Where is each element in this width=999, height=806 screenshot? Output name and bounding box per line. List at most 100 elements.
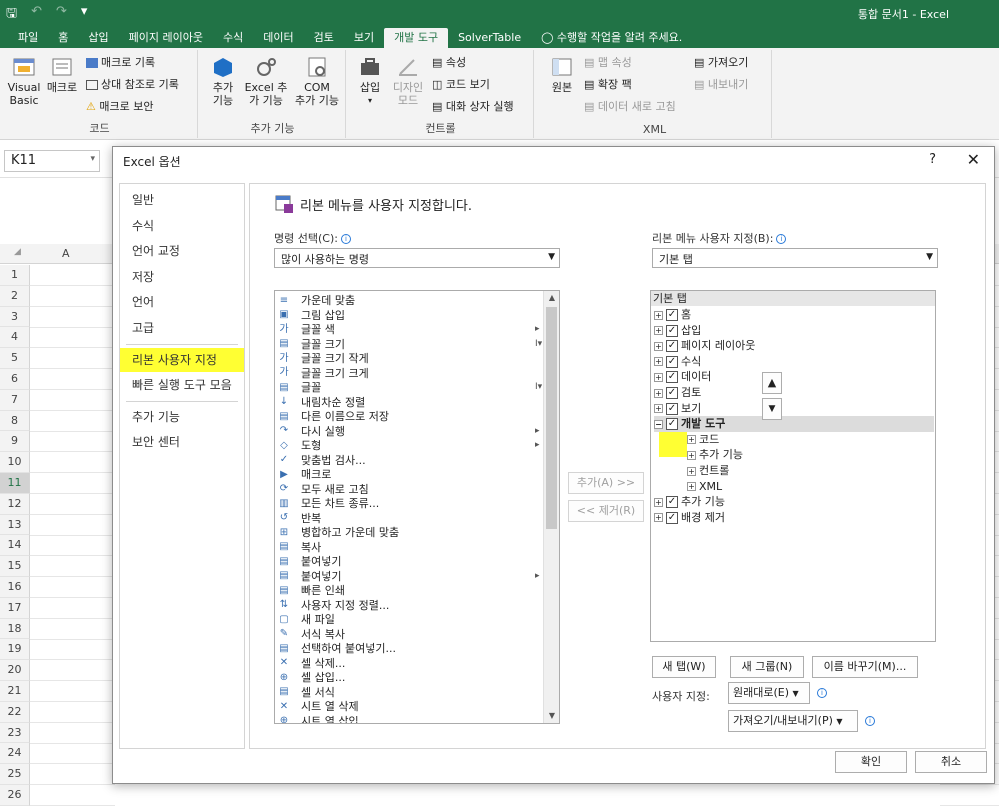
row-header[interactable]: 6 (0, 369, 30, 390)
command-item[interactable]: ✕ 셀 삭제... (277, 656, 346, 671)
checkbox[interactable]: ✓ (666, 387, 678, 399)
tree-tab-item[interactable]: + ✓ 검토 (654, 385, 701, 401)
command-item[interactable]: ⊕ 시트 열 삽입 (277, 714, 359, 724)
customize-icon[interactable]: ▾ (81, 4, 88, 26)
row-header[interactable]: 21 (0, 681, 30, 702)
visual-basic-button[interactable]: Visual Basic (6, 56, 42, 107)
expand-icon[interactable]: + (654, 513, 663, 523)
commands-scrollbar[interactable]: ▲ ▼ (543, 291, 559, 723)
tab-solvertable[interactable]: SolverTable (448, 28, 531, 48)
insert-control-button[interactable]: 삽입 ▾ (354, 56, 386, 107)
tree-group-item[interactable]: + 추가 기능 (687, 447, 743, 463)
rename-button[interactable]: 이름 바꾸기(M)... (812, 656, 918, 678)
tree-tab-item[interactable]: + ✓ 배경 제거 (654, 510, 725, 526)
row-header[interactable]: 19 (0, 639, 30, 661)
checkbox[interactable]: ✓ (666, 340, 678, 353)
customize-ribbon-select[interactable]: 기본 탭 ▼ (652, 248, 938, 268)
command-item[interactable]: ✕ 시트 열 삭제 (277, 699, 359, 714)
command-item[interactable]: ▥ 모든 차트 종류... (277, 496, 379, 511)
command-item[interactable]: ▢ 새 파일 (277, 612, 335, 627)
tab-view[interactable]: 보기 (344, 28, 384, 48)
command-item[interactable]: ▤ 붙여넣기 ▸ (277, 569, 539, 584)
tab-home[interactable]: 홈 (48, 28, 78, 48)
nav-item[interactable]: 보안 센터 (120, 430, 244, 454)
row-header[interactable]: 24 (0, 743, 30, 765)
map-properties-button[interactable]: ▤ 맵 속성 (584, 56, 632, 69)
tree-tab-item[interactable]: + ✓ 추가 기능 (654, 494, 725, 510)
view-code-button[interactable]: ◫ 코드 보기 (432, 78, 490, 91)
row-header[interactable]: 9 (0, 431, 30, 453)
row-header[interactable]: 3 (0, 306, 30, 328)
expand-icon[interactable]: + (687, 482, 696, 492)
move-up-button[interactable]: ▲ (762, 372, 782, 394)
tab-data[interactable]: 데이터 (253, 28, 303, 48)
nav-item[interactable]: 언어 교정 (120, 239, 244, 263)
command-item[interactable]: ▤ 빠른 인쇄 (277, 583, 345, 598)
command-item[interactable]: ⊕ 셀 삽입... (277, 670, 346, 685)
checkbox[interactable]: ✓ (666, 355, 678, 368)
record-macro-button[interactable]: 매크로 기록 (86, 56, 155, 69)
command-item[interactable]: ↓ 내림차순 정렬 (277, 395, 365, 410)
checkbox[interactable]: ✓ (666, 309, 678, 321)
tree-tab-item[interactable]: + ✓ 수식 (654, 354, 701, 370)
tab-formulas[interactable]: 수식 (213, 28, 253, 48)
name-box[interactable]: K11 ▾ (4, 150, 100, 172)
row-header[interactable]: 18 (0, 618, 30, 640)
row-header[interactable]: 20 (0, 660, 30, 681)
command-item[interactable]: ▤ 복사 (277, 540, 321, 555)
expand-icon[interactable]: + (687, 435, 696, 445)
row-header[interactable]: 22 (0, 701, 30, 723)
tree-group-item[interactable]: + 컨트롤 (687, 463, 729, 479)
tree-tab-item[interactable]: + ✓ 보기 (654, 401, 701, 417)
tree-tab-item[interactable]: + ✓ 홈 (654, 307, 691, 323)
tab-insert[interactable]: 삽입 (78, 28, 118, 48)
command-item[interactable]: ▤ 다른 이름으로 저장 (277, 409, 389, 424)
checkbox[interactable]: ✓ (666, 371, 678, 384)
command-item[interactable]: ▤ 글꼴 I▾ (277, 380, 542, 395)
row-header[interactable]: 2 (0, 285, 30, 307)
export-button[interactable]: ▤ 내보내기 (694, 78, 748, 91)
tree-group-item[interactable]: + 코드 (687, 432, 719, 448)
expand-icon[interactable]: + (654, 497, 663, 507)
expand-icon[interactable]: + (654, 404, 663, 414)
move-down-button[interactable]: ▼ (762, 398, 782, 420)
add-ins-button[interactable]: 추가 기능 (204, 56, 242, 107)
tab-file[interactable]: 파일 (8, 28, 48, 48)
select-all-corner[interactable]: ◢ (14, 247, 21, 257)
scroll-up-icon[interactable]: ▲ (544, 291, 559, 305)
command-item[interactable]: 가 글꼴 크기 크게 (277, 366, 368, 381)
checkbox[interactable]: ✓ (666, 324, 678, 337)
row-header[interactable]: 4 (0, 327, 30, 349)
row-header[interactable]: 7 (0, 389, 30, 411)
tree-tab-item[interactable]: − ✓ 개발 도구 (654, 416, 934, 433)
help-button[interactable]: ? (929, 152, 936, 167)
tab-page-layout[interactable]: 페이지 레이아웃 (119, 28, 213, 48)
new-group-button[interactable]: 새 그룹(N) (730, 656, 804, 678)
command-item[interactable]: ◇ 도형 ▸ (277, 438, 539, 453)
refresh-data-button[interactable]: ▤ 데이터 새로 고침 (584, 100, 676, 113)
undo-icon[interactable]: ↶ (31, 4, 42, 26)
expand-icon[interactable]: + (654, 388, 663, 398)
add-button[interactable]: 추가(A) >> (568, 472, 644, 494)
run-dialog-button[interactable]: ▤ 대화 상자 실행 (432, 100, 514, 113)
command-item[interactable]: ✓ 맞춤법 검사... (277, 453, 366, 468)
expansion-packs-button[interactable]: ▤ 확장 팩 (584, 78, 632, 91)
tree-group-item[interactable]: + XML (687, 479, 722, 495)
tell-me-search[interactable]: ◯ 수행할 작업을 알려 주세요. (531, 28, 692, 48)
row-header[interactable]: 14 (0, 535, 30, 557)
row-header[interactable]: 15 (0, 556, 30, 577)
command-item[interactable]: ▤ 선택하여 붙여넣기... (277, 641, 396, 656)
tab-developer[interactable]: 개발 도구 (384, 28, 449, 48)
tab-review[interactable]: 검토 (304, 28, 344, 48)
nav-item[interactable]: 저장 (120, 265, 244, 289)
macros-button[interactable]: 매크로 (44, 56, 80, 94)
import-button[interactable]: ▤ 가져오기 (694, 56, 748, 69)
command-item[interactable]: ⇅ 사용자 지정 정렬... (277, 598, 390, 613)
ribbon-tree[interactable]: 기본 탭 + ✓ 홈 + ✓ 삽입 + ✓ 페이지 레이아웃 + ✓ 수식 + ✓ 데이터 + ✓ 검토 + ✓ 보기 −… (650, 290, 936, 642)
excel-add-ins-button[interactable]: Excel 추 가 기능 (244, 56, 288, 107)
row-header[interactable]: 8 (0, 410, 30, 432)
command-item[interactable]: ✎ 서식 복사 (277, 627, 345, 642)
expand-icon[interactable]: − (654, 419, 663, 429)
scroll-down-icon[interactable]: ▼ (544, 709, 559, 723)
row-header[interactable]: 23 (0, 722, 30, 744)
